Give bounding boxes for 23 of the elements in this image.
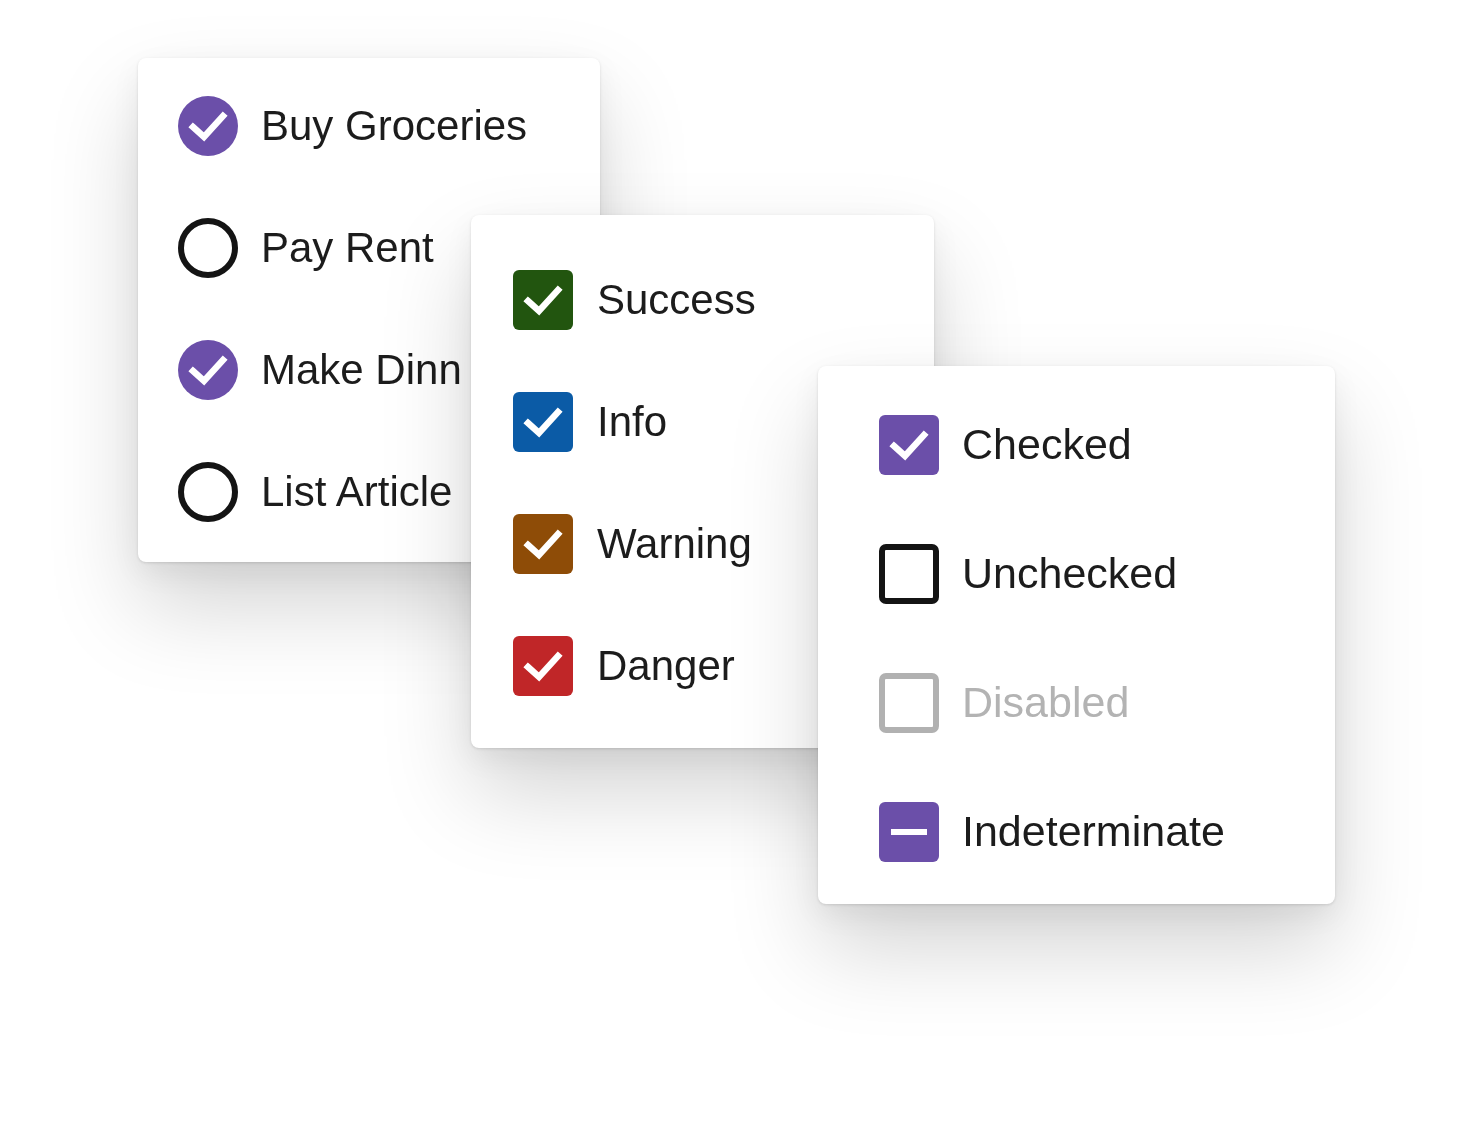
checked-checkbox[interactable] [513, 392, 573, 452]
task-label: List Article [261, 466, 453, 517]
checked-checkbox[interactable] [513, 514, 573, 574]
checked-checkbox[interactable] [513, 270, 573, 330]
checkbox-label: Disabled [962, 676, 1130, 728]
checkbox-label: Checked [962, 418, 1132, 470]
checkbox-label: Success [597, 274, 756, 325]
indeterminate-checkbox[interactable] [879, 801, 939, 862]
checked-round-checkbox[interactable] [178, 340, 238, 400]
checked-checkbox[interactable] [879, 414, 939, 475]
checkbox[interactable] [879, 543, 939, 604]
checkbox-label: Danger [597, 640, 735, 691]
task-label: Buy Groceries [261, 100, 528, 151]
task-label: Pay Rent [261, 222, 434, 273]
checked-checkbox[interactable] [513, 636, 573, 696]
task-label: Make Dinn [261, 344, 462, 395]
round-checkbox[interactable] [178, 462, 238, 522]
checkbox-label: Indeterminate [962, 805, 1225, 857]
checkbox-label: Warning [597, 518, 752, 569]
checked-round-checkbox[interactable] [178, 96, 238, 156]
checkbox-label: Info [597, 396, 668, 447]
round-checkbox[interactable] [178, 218, 238, 278]
checkbox-label: Unchecked [962, 547, 1178, 599]
